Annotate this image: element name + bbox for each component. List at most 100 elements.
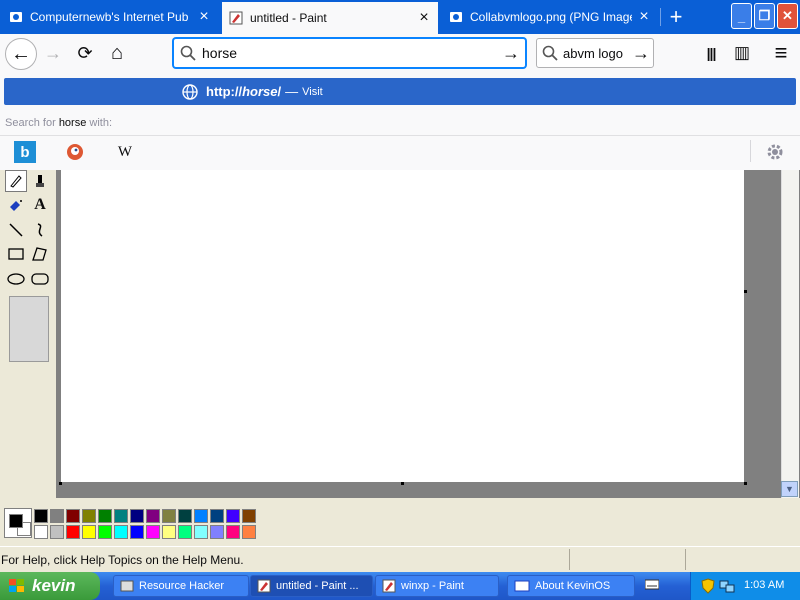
color-swatch[interactable] xyxy=(146,525,160,539)
home-button[interactable]: ⌂ xyxy=(102,38,132,68)
rectangle-tool[interactable] xyxy=(5,243,27,265)
color-swatch[interactable] xyxy=(146,509,160,523)
tab-internet-pub-hub[interactable]: Computernewb's Internet Pub Hub × xyxy=(2,2,218,32)
suggestion-url-suffix: / xyxy=(277,84,282,99)
color-swatch[interactable] xyxy=(242,525,256,539)
close-tab-icon[interactable]: × xyxy=(196,8,212,26)
airbrush-tool[interactable] xyxy=(5,194,27,216)
color-swatch[interactable] xyxy=(194,525,208,539)
keyboard-icon[interactable] xyxy=(644,578,660,592)
suggestion-url-host: horse xyxy=(242,84,278,99)
resize-handle[interactable] xyxy=(401,482,404,485)
color-swatch[interactable] xyxy=(114,525,128,539)
suggestion-action: Visit xyxy=(302,85,323,98)
color-swatch[interactable] xyxy=(178,525,192,539)
menu-icon[interactable]: ≡ xyxy=(766,38,796,68)
scroll-down-button[interactable]: ▼ xyxy=(781,481,798,497)
color-swatch[interactable] xyxy=(50,525,64,539)
foreground-color-swatch xyxy=(9,514,23,528)
resize-handle[interactable] xyxy=(744,482,747,485)
color-swatch[interactable] xyxy=(194,509,208,523)
polygon-tool[interactable] xyxy=(29,243,51,265)
text-tool[interactable]: A xyxy=(29,194,51,216)
tab-untitled-paint[interactable]: untitled - Paint × xyxy=(222,2,438,34)
duckduckgo-icon[interactable] xyxy=(64,141,86,163)
color-swatch[interactable] xyxy=(34,525,48,539)
taskbar-item-winxp-paint[interactable]: winxp - Paint xyxy=(375,575,499,597)
paint-icon xyxy=(382,579,396,593)
start-button[interactable]: kevin xyxy=(0,572,100,600)
resize-handle[interactable] xyxy=(744,290,747,293)
close-tab-icon[interactable]: × xyxy=(636,8,652,26)
search-go-icon[interactable]: → xyxy=(629,43,653,64)
close-window-button[interactable]: ✕ xyxy=(777,3,798,29)
color-swatch[interactable] xyxy=(50,509,64,523)
color-swatch[interactable] xyxy=(114,509,128,523)
visit-suggestion[interactable]: http://horse / — Visit xyxy=(4,78,796,105)
back-button[interactable]: ← xyxy=(5,38,37,70)
color-swatch[interactable] xyxy=(162,509,176,523)
brush-tool[interactable] xyxy=(29,170,51,192)
search-input[interactable] xyxy=(563,45,629,61)
bing-icon[interactable]: b xyxy=(14,141,36,163)
search-settings-gear-icon[interactable] xyxy=(764,141,786,163)
network-icon[interactable] xyxy=(719,578,735,594)
status-bar: For Help, click Help Topics on the Help … xyxy=(0,546,800,573)
color-swatch[interactable] xyxy=(226,509,240,523)
color-swatch[interactable] xyxy=(210,509,224,523)
windows-flag-icon xyxy=(8,578,26,594)
search-icon xyxy=(174,45,202,61)
tab-title: Computernewb's Internet Pub Hub xyxy=(30,10,192,24)
suggestion-dash: — xyxy=(285,84,299,99)
color-swatch[interactable] xyxy=(226,525,240,539)
new-tab-button[interactable]: + xyxy=(664,2,688,32)
rounded-rectangle-tool[interactable] xyxy=(29,268,51,290)
paint-icon xyxy=(228,10,244,26)
taskbar-item-about-kevinos[interactable]: About KevinOS xyxy=(507,575,635,597)
color-swatch[interactable] xyxy=(66,509,80,523)
color-swatch[interactable] xyxy=(130,509,144,523)
wikipedia-icon[interactable]: W xyxy=(114,141,136,163)
color-swatch[interactable] xyxy=(82,525,96,539)
current-colors[interactable] xyxy=(4,508,32,538)
pencil-tool[interactable] xyxy=(5,170,27,192)
search-with-label: Search for horse with: xyxy=(5,117,112,129)
curve-tool[interactable] xyxy=(29,219,51,241)
color-swatch[interactable] xyxy=(242,509,256,523)
task-label: winxp - Paint xyxy=(401,580,464,592)
vertical-scrollbar[interactable] xyxy=(781,170,799,498)
paint-toolbox: A xyxy=(0,170,56,498)
taskbar-item-resource-hacker[interactable]: Resource Hacker xyxy=(113,575,249,597)
url-input[interactable] xyxy=(202,45,497,61)
color-swatch[interactable] xyxy=(82,509,96,523)
taskbar-item-untitled-paint[interactable]: untitled - Paint ... xyxy=(250,575,373,597)
status-divider xyxy=(569,549,570,570)
color-swatch[interactable] xyxy=(162,525,176,539)
go-arrow-icon[interactable]: → xyxy=(497,43,525,64)
color-swatch[interactable] xyxy=(98,525,112,539)
suggestion-url-prefix: http:// xyxy=(206,84,243,99)
color-swatch[interactable] xyxy=(178,509,192,523)
line-tool[interactable] xyxy=(5,219,27,241)
status-text: For Help, click Help Topics on the Help … xyxy=(1,553,244,567)
color-swatch[interactable] xyxy=(210,525,224,539)
color-swatch[interactable] xyxy=(130,525,144,539)
minimize-button[interactable]: _ xyxy=(731,3,752,29)
close-tab-icon[interactable]: × xyxy=(416,9,432,27)
tool-options-box[interactable] xyxy=(9,296,49,362)
library-icon[interactable]: ||| xyxy=(696,38,726,68)
search-icon xyxy=(537,45,563,61)
color-swatch[interactable] xyxy=(66,525,80,539)
color-swatch[interactable] xyxy=(34,509,48,523)
reload-button[interactable]: ⟳ xyxy=(70,38,100,68)
ellipse-tool[interactable] xyxy=(5,268,27,290)
restore-button[interactable]: ❐ xyxy=(754,3,775,29)
tab-collabvmlogo[interactable]: Collabvmlogo.png (PNG Image, 1 × xyxy=(442,2,658,32)
sidebar-icon[interactable]: ▥ xyxy=(727,38,757,68)
security-shield-icon[interactable] xyxy=(701,578,715,594)
forward-button[interactable]: → xyxy=(38,38,68,68)
url-bar[interactable]: → xyxy=(173,38,526,68)
color-swatch[interactable] xyxy=(98,509,112,523)
search-bar[interactable]: → xyxy=(536,38,654,68)
drawing-canvas[interactable] xyxy=(61,170,744,482)
